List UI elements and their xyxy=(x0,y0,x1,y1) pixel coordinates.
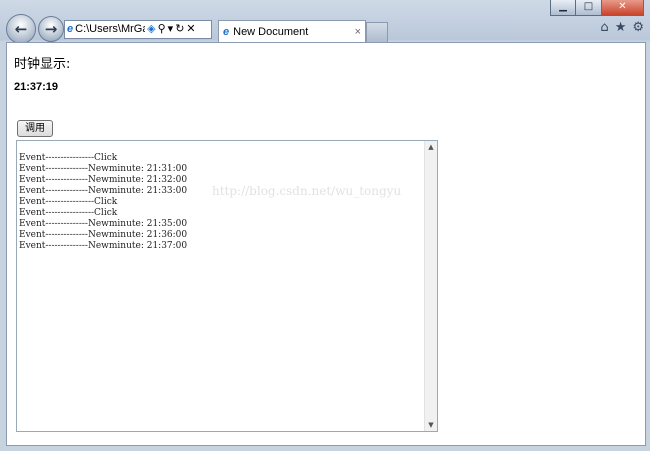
back-button[interactable]: ← xyxy=(6,14,36,44)
page-content: 时钟显示: 21:37:19 调用 Event----------------C… xyxy=(6,42,646,446)
page-heading: 时钟显示: xyxy=(14,57,71,72)
shield-icon: ◈ xyxy=(147,23,156,35)
forward-button[interactable]: → xyxy=(38,16,64,42)
refresh-icon[interactable]: ↻ xyxy=(175,21,184,38)
tab-close-icon[interactable]: × xyxy=(355,22,361,42)
search-icon[interactable]: ⚲ xyxy=(158,21,166,38)
tools-gear-icon[interactable]: ⚙ xyxy=(632,20,644,35)
new-tab-button[interactable] xyxy=(366,22,388,42)
tab-new-document[interactable]: e New Document × xyxy=(218,20,366,42)
favorites-icon[interactable]: ★ xyxy=(615,20,627,35)
ie-page-icon: e xyxy=(67,23,74,35)
log-scrollbar[interactable]: ▲ ▼ xyxy=(424,141,437,431)
scroll-up-icon[interactable]: ▲ xyxy=(425,141,437,153)
scroll-down-icon[interactable]: ▼ xyxy=(425,419,437,431)
maximize-button[interactable]: □ xyxy=(576,0,602,16)
watermark: http://blog.csdn.net/wu_tongyu xyxy=(212,184,402,198)
address-text[interactable]: C:\Users\MrGa xyxy=(75,21,145,38)
close-window-button[interactable]: ✕ xyxy=(602,0,644,16)
tab-title: New Document xyxy=(233,25,309,38)
window-controls: ▁ □ ✕ xyxy=(550,0,644,16)
address-bar[interactable]: e C:\Users\MrGa ◈ ⚲ ▾ ↻ ✕ xyxy=(64,20,212,39)
call-button[interactable]: 调用 xyxy=(17,120,53,137)
event-log-text: Event----------------Click Event--------… xyxy=(19,153,188,251)
clock-display: 21:37:19 xyxy=(14,81,59,93)
browser-tools: ⌂ ★ ⚙ xyxy=(600,20,644,35)
dropdown-icon[interactable]: ▾ xyxy=(168,21,174,38)
stop-icon[interactable]: ✕ xyxy=(186,21,195,38)
minimize-button[interactable]: ▁ xyxy=(550,0,576,16)
title-bar: ▁ □ ✕ xyxy=(0,0,650,16)
navigation-bar: ← → e C:\Users\MrGa ◈ ⚲ ▾ ↻ ✕ e New Docu… xyxy=(0,14,650,44)
browser-window: ▁ □ ✕ ← → e C:\Users\MrGa ◈ ⚲ ▾ ↻ ✕ e Ne… xyxy=(0,0,650,451)
home-icon[interactable]: ⌂ xyxy=(600,20,608,35)
ie-tab-icon: e xyxy=(223,25,230,38)
